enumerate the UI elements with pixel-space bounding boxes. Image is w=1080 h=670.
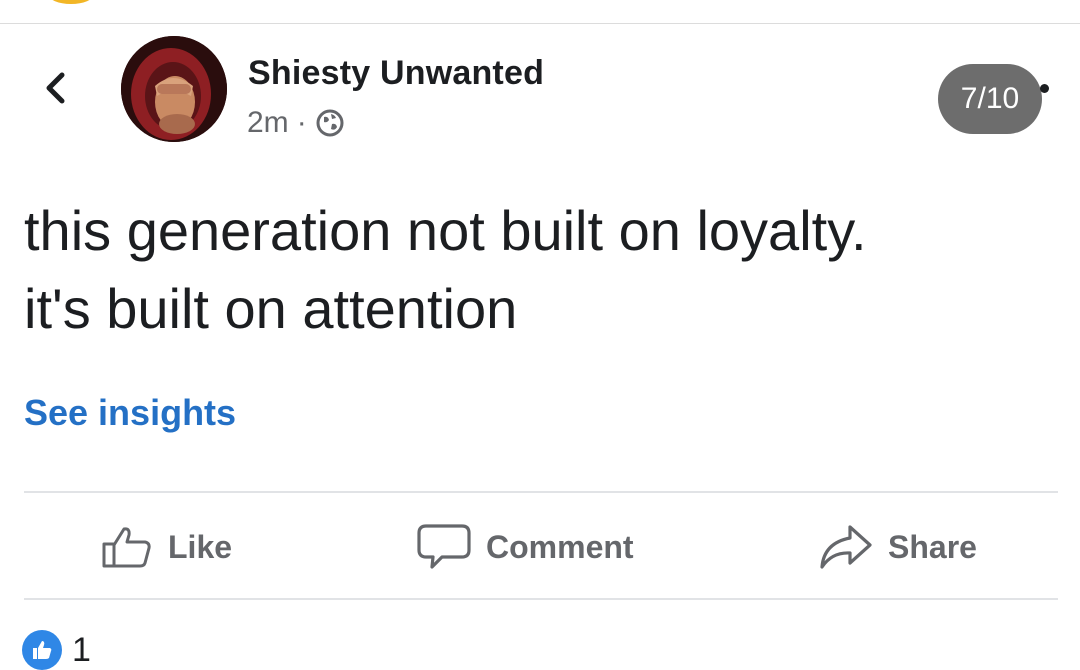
chevron-left-icon — [46, 72, 65, 104]
post-text-line: this generation not built on loyalty. — [24, 199, 867, 262]
meta-separator: · — [296, 106, 307, 139]
see-insights-link[interactable]: See insights — [24, 392, 236, 434]
globe-icon — [315, 108, 345, 138]
avatar-image — [121, 36, 227, 142]
author-name[interactable]: Shiesty Unwanted — [248, 54, 544, 93]
divider — [24, 598, 1058, 600]
post-time[interactable]: 2m — [247, 106, 289, 140]
like-label: Like — [168, 528, 233, 565]
post-meta: 2m · — [247, 106, 345, 140]
comment-bubble-icon — [417, 524, 471, 569]
reaction-count: 1 — [72, 631, 91, 669]
like-button[interactable]: Like — [100, 517, 232, 577]
photo-counter: 7/10 — [938, 64, 1042, 134]
post-body: this generation not built on loyalty. it… — [24, 192, 1064, 348]
reaction-summary[interactable]: 1 — [22, 630, 91, 670]
share-arrow-icon — [820, 525, 872, 569]
like-reaction-icon — [22, 630, 62, 670]
avatar[interactable] — [121, 36, 227, 142]
more-options-icon[interactable] — [1040, 84, 1049, 93]
thumbs-up-icon — [102, 527, 151, 568]
status-indicator — [48, 0, 94, 4]
divider — [24, 491, 1058, 493]
back-button[interactable] — [36, 66, 76, 110]
share-label: Share — [888, 528, 977, 565]
share-button[interactable]: Share — [818, 517, 977, 577]
comment-label: Comment — [486, 528, 634, 565]
post-text-line: it's built on attention — [24, 277, 518, 340]
top-divider — [0, 23, 1080, 24]
comment-button[interactable]: Comment — [416, 517, 634, 577]
